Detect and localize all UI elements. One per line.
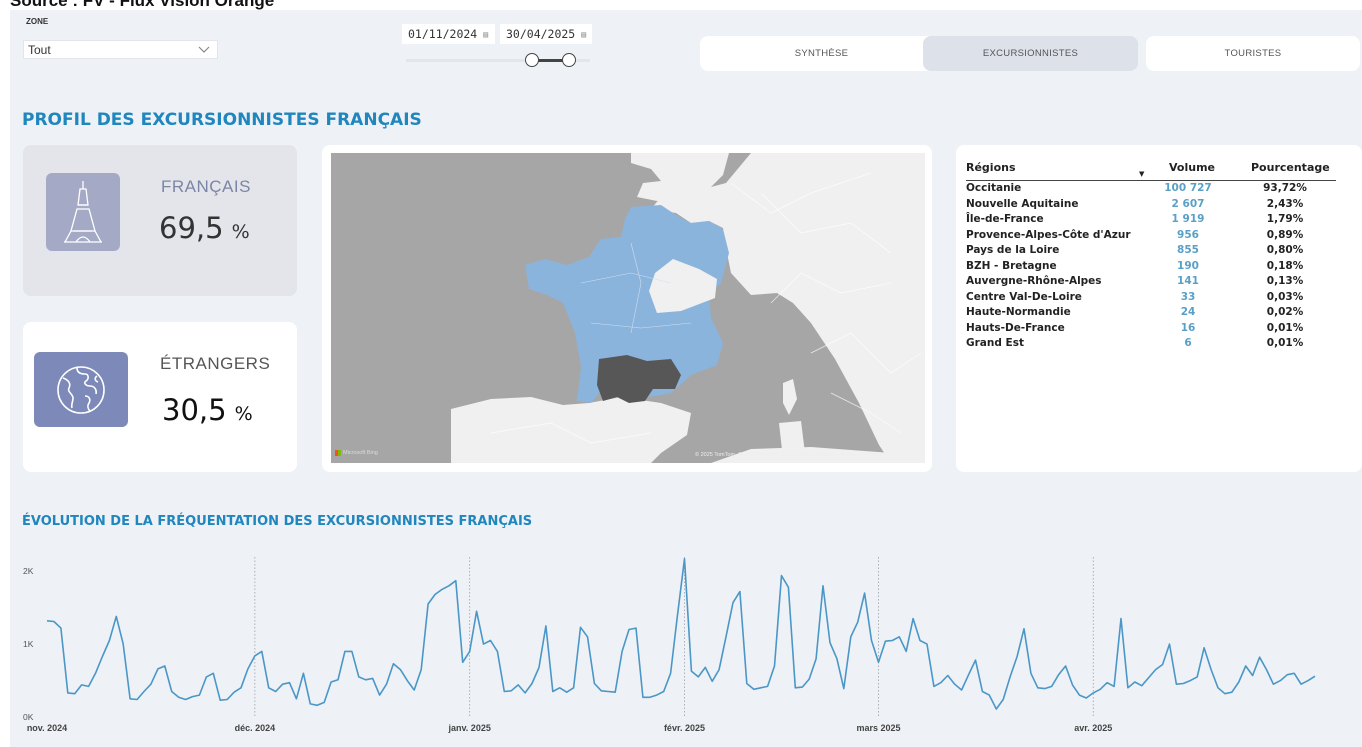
x-tick-label: févr. 2025 [664,723,705,733]
table-row[interactable]: Île-de-France 1 919 1,79% [966,213,1336,229]
eiffel-tower-icon [46,173,120,251]
date-end-input[interactable]: 30/04/2025 ▤ [500,24,592,44]
region-map[interactable] [331,153,925,463]
table-row[interactable]: Provence-Alpes-Côte d'Azur 956 0,89% [966,229,1336,245]
table-row[interactable]: BZH - Bretagne 190 0,18% [966,260,1336,276]
x-tick-label: avr. 2025 [1074,723,1112,733]
column-header-pourcentage[interactable]: Pourcentage [1251,161,1330,174]
y-tick-label: 2K [23,566,34,576]
chevron-down-icon [198,46,210,53]
table-row[interactable]: Grand Est 6 0,01% [966,337,1336,353]
regions-table-header: Régions ▼ Volume Pourcentage [966,159,1336,181]
date-end-value: 30/04/2025 [506,27,576,41]
date-slider-end-handle[interactable] [562,53,576,67]
x-tick-label: déc. 2024 [235,723,276,733]
date-slider-start-handle[interactable] [525,53,539,67]
x-tick-label: janv. 2025 [447,723,490,733]
date-start-value: 01/11/2024 [408,27,478,41]
etrangers-label: ÉTRANGERS [160,354,271,373]
table-row[interactable]: Nouvelle Aquitaine 2 607 2,43% [966,198,1336,214]
globe-icon [34,352,128,427]
profile-section-title: PROFIL DES EXCURSIONNISTES FRANÇAIS [22,110,422,130]
evolution-section-title: ÉVOLUTION DE LA FRÉQUENTATION DES EXCURS… [22,514,533,529]
table-row[interactable]: Occitanie 100 727 93,72% [966,182,1336,198]
table-row[interactable]: Haute-Normandie 24 0,02% [966,306,1336,322]
map-land-iberia [451,397,691,463]
map-land-corsica [783,379,797,415]
zone-filter-label: ZONE [26,17,49,26]
table-row[interactable]: Hauts-De-France 16 0,01% [966,322,1336,338]
y-tick-label: 0K [23,712,34,722]
sort-descending-icon[interactable]: ▼ [1139,170,1144,178]
calendar-icon[interactable]: ▤ [581,30,586,39]
frequentation-series-line[interactable] [46,558,1316,710]
y-tick-label: 1K [23,639,34,649]
tab-synthese[interactable]: SYNTHÈSE [700,36,943,71]
map-credit[interactable]: © 2025 TomTom, © 2025 Microsoft Corporat… [695,452,877,458]
etrangers-value: 30,5% [162,393,253,427]
tab-touristes[interactable]: TOURISTES [1146,36,1360,71]
table-row[interactable]: Auvergne-Rhône-Alpes 141 0,13% [966,275,1336,291]
table-row[interactable]: Pays de la Loire 855 0,80% [966,244,1336,260]
calendar-icon[interactable]: ▤ [483,30,488,39]
column-header-volume[interactable]: Volume [1169,161,1215,174]
column-header-region[interactable]: Régions [966,161,1016,174]
zone-dropdown[interactable]: Tout [23,40,218,59]
frequentation-line-chart[interactable]: nov. 2024 déc. 2024 janv. 2025 févr. 2025 ma… [10,545,1362,747]
date-start-input[interactable]: 01/11/2024 ▤ [402,24,495,44]
map-occitanie[interactable] [597,355,681,403]
francais-label: FRANÇAIS [161,177,251,196]
report-title-cutoff: Source : FV - Flux Vision Orange [10,0,275,10]
zone-dropdown-value: Tout [28,42,51,57]
regions-table-body: Occitanie 100 727 93,72% Nouvelle Aquitain… [966,182,1336,353]
x-tick-label: nov. 2024 [27,723,67,733]
tab-excursionnistes[interactable]: EXCURSIONNISTES [923,36,1138,71]
bing-logo: Microsoft Bing [335,450,378,456]
table-row[interactable]: Centre Val-De-Loire 33 0,03% [966,291,1336,307]
x-tick-label: mars 2025 [856,723,900,733]
francais-value: 69,5% [159,211,250,245]
